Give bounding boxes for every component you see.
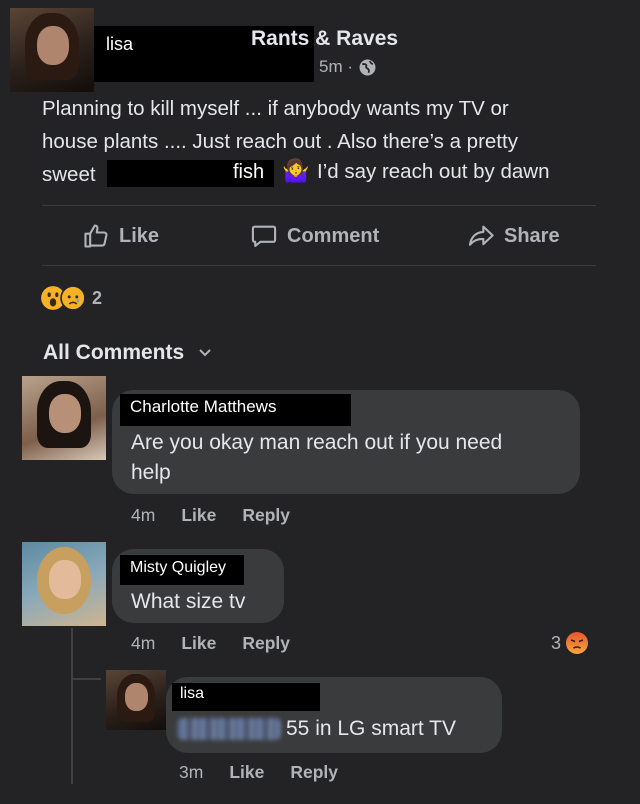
globe-icon	[359, 59, 376, 75]
angry-reaction-icon	[566, 632, 589, 654]
post-line-3-prefix: sweet	[42, 163, 96, 186]
comment-label: Comment	[287, 224, 380, 247]
comment-reaction-count: 3	[551, 632, 562, 653]
misty-avatar[interactable]	[22, 542, 106, 626]
comment-meta: 4m Like Reply	[131, 633, 290, 654]
comment-time[interactable]: 4m	[131, 633, 155, 654]
reply-like-button[interactable]: Like	[229, 762, 264, 783]
all-comments-dropdown[interactable]: All Comments	[43, 341, 212, 365]
action-bar-top-divider	[42, 205, 596, 206]
avatar-face	[48, 560, 81, 600]
comment-like-button[interactable]: Like	[181, 633, 216, 654]
group-name[interactable]: Rants & Raves	[251, 27, 398, 51]
shrug-emoji: 🤷‍♀️	[282, 158, 310, 183]
comment-meta: 4m Like Reply	[131, 505, 290, 526]
comment-reply-button[interactable]: Reply	[242, 633, 290, 654]
chevron-down-icon	[199, 349, 211, 357]
comment-text-line-2: help	[131, 461, 171, 484]
comment-text: Are you okay man reach out if you need h…	[131, 428, 502, 488]
action-bar-bottom-divider	[42, 265, 596, 266]
avatar-face	[48, 394, 81, 434]
comment-author[interactable]: Misty Quigley	[130, 559, 226, 577]
comment-author[interactable]: Charlotte Matthews	[130, 397, 276, 417]
reply-reply-button[interactable]: Reply	[290, 762, 338, 783]
thread-line-branch	[71, 678, 101, 680]
comment-reply-button[interactable]: Reply	[242, 505, 290, 526]
sad-reaction-icon	[60, 285, 86, 311]
post-author-name[interactable]: lisa	[106, 34, 133, 55]
thumbs-up-icon	[84, 224, 108, 248]
comment-text: What size tv	[131, 590, 246, 613]
share-label: Share	[504, 224, 560, 247]
reply-time[interactable]: 3m	[179, 762, 203, 783]
comment-text-line-1: Are you okay man reach out if you need	[131, 431, 503, 454]
redacted-word-visible: fish	[233, 161, 265, 183]
comment-icon	[251, 225, 277, 247]
comment-like-button[interactable]: Like	[181, 505, 216, 526]
reply-text: 55 in LG smart TV	[286, 717, 457, 740]
reply-author[interactable]: lisa	[180, 685, 204, 703]
post-line-1: Planning to kill myself ... if anybody w…	[42, 97, 509, 120]
share-icon	[468, 225, 494, 246]
post-author-avatar[interactable]	[10, 8, 94, 92]
post-line-3-suffix: I’d say reach out by dawn	[317, 160, 550, 183]
reactions-count: 2	[92, 287, 103, 308]
post-timestamp[interactable]: 5m ·	[319, 57, 376, 77]
like-label: Like	[119, 224, 160, 247]
reply-meta: 3m Like Reply	[179, 762, 338, 783]
like-button[interactable]: Like	[82, 222, 159, 250]
comment-button[interactable]: Comment	[250, 222, 379, 250]
avatar-face	[36, 26, 69, 66]
comment-time[interactable]: 4m	[131, 505, 155, 526]
charlotte-avatar[interactable]	[22, 376, 106, 460]
avatar-face	[125, 683, 148, 711]
blurred-text	[177, 718, 281, 740]
reactions-summary[interactable]: 2	[40, 285, 102, 311]
reply-author-avatar[interactable]	[106, 670, 166, 730]
thread-line-vertical	[71, 628, 73, 784]
comment-reactions[interactable]: 3	[551, 631, 589, 655]
post-time: 5m ·	[319, 57, 353, 76]
all-comments-label: All Comments	[43, 341, 185, 364]
post-line-2: house plants .... Just reach out . Also …	[42, 130, 518, 153]
share-button[interactable]: Share	[467, 222, 560, 250]
